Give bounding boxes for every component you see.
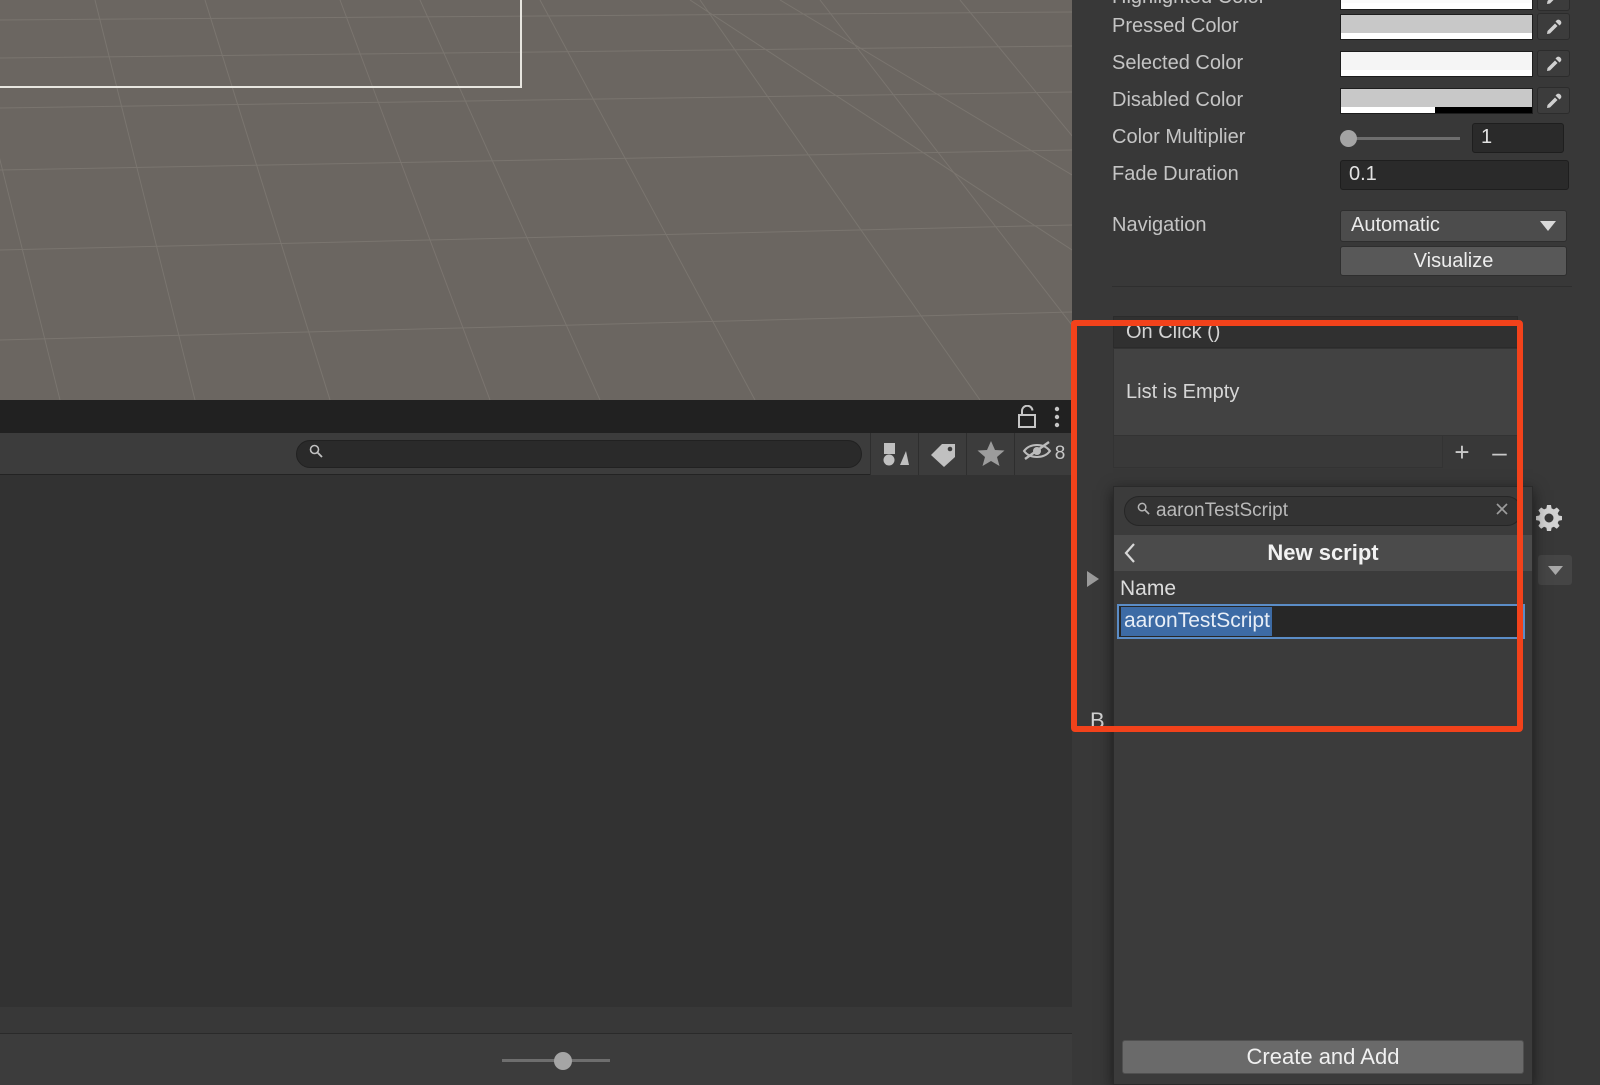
row-label: Selected Color	[1112, 52, 1244, 74]
unity-editor-window: 8 Highlighted Color	[0, 0, 1600, 1085]
search-icon	[1137, 502, 1150, 520]
eyedropper-icon[interactable]	[1537, 0, 1570, 11]
on-click-section: On Click () List is Empty + –	[1113, 316, 1518, 476]
popup-search-box[interactable]: aaronTestScript	[1124, 496, 1522, 526]
hierarchy-toolbar: 8	[0, 432, 1072, 475]
panel-tabbar	[0, 400, 1072, 433]
foldout-triangle-icon[interactable]	[1085, 570, 1101, 593]
color-multiplier-value[interactable]: 1	[1472, 122, 1564, 153]
new-script-popup: aaronTestScript New script Name aaronTes…	[1113, 486, 1533, 1085]
hidden-objects-toggle[interactable]: 8	[1014, 432, 1072, 475]
hierarchy-footer	[0, 1033, 1072, 1085]
hierarchy-content-area[interactable]	[0, 475, 1072, 1007]
favorite-star-icon[interactable]	[966, 432, 1014, 475]
chevron-down-icon	[1540, 214, 1556, 237]
project-item-partial-label: B	[1090, 708, 1105, 733]
row-label: Disabled Color	[1112, 89, 1244, 111]
hidden-objects-count: 8	[1054, 442, 1066, 464]
row-label: Color Multiplier	[1112, 126, 1246, 148]
slider-track	[1354, 136, 1460, 140]
kebab-menu-icon[interactable]	[1054, 406, 1060, 428]
popup-title: New script	[1267, 540, 1379, 565]
create-and-add-button[interactable]: Create and Add	[1122, 1040, 1524, 1074]
pressed-color-swatch[interactable]	[1340, 13, 1533, 40]
script-name-value: aaronTestScript	[1121, 607, 1272, 636]
eyedropper-icon[interactable]	[1537, 13, 1570, 40]
on-click-header: On Click ()	[1113, 316, 1518, 348]
fade-duration-value[interactable]: 0.1	[1340, 159, 1569, 190]
highlighted-color-swatch[interactable]	[1340, 0, 1533, 10]
back-chevron-icon[interactable]	[1124, 543, 1136, 563]
add-listener-button[interactable]: +	[1454, 437, 1469, 468]
inspector-row-navigation: Navigation Automatic	[1072, 207, 1600, 244]
tag-icon[interactable]	[918, 432, 966, 475]
slider-knob[interactable]	[1340, 129, 1357, 147]
row-label: Pressed Color	[1112, 15, 1239, 37]
inspector-row-fade-duration: Fade Duration 0.1	[1072, 156, 1600, 193]
hierarchy-search-input[interactable]	[330, 445, 849, 462]
popup-search-value: aaronTestScript	[1156, 500, 1289, 521]
clear-x-icon[interactable]	[1495, 502, 1509, 521]
hidden-objects-icon	[1022, 440, 1052, 467]
navigation-dropdown[interactable]: Automatic	[1340, 209, 1567, 242]
eyedropper-icon[interactable]	[1537, 50, 1570, 77]
inspector-row-highlighted-color: Highlighted Color	[1072, 0, 1600, 11]
script-name-label: Name	[1120, 577, 1177, 600]
color-multiplier-slider[interactable]	[1340, 127, 1460, 149]
hierarchy-search-box[interactable]	[296, 439, 862, 468]
inspector-row-visualize: Visualize	[1072, 244, 1600, 278]
on-click-footer-filler	[1113, 436, 1443, 468]
row-label: Highlighted Color	[1112, 0, 1340, 9]
eyedropper-icon[interactable]	[1537, 87, 1570, 114]
component-options-caret[interactable]	[1538, 555, 1572, 585]
inspector-row-pressed-color: Pressed Color	[1072, 8, 1600, 45]
row-label: Navigation	[1112, 214, 1207, 236]
popup-header: New script	[1114, 535, 1532, 571]
shapes-filter-icon[interactable]	[870, 432, 918, 475]
script-name-input[interactable]: aaronTestScript	[1117, 604, 1525, 639]
lock-icon[interactable]	[1016, 404, 1038, 429]
scene-viewport[interactable]	[0, 0, 1072, 400]
on-click-footer: + –	[1113, 436, 1518, 468]
inspector-divider	[1112, 286, 1572, 287]
zoom-slider-knob[interactable]	[554, 1051, 572, 1070]
inspector-row-color-multiplier: Color Multiplier 1	[1072, 119, 1600, 156]
remove-listener-button[interactable]: –	[1492, 437, 1506, 468]
disabled-color-swatch[interactable]	[1340, 87, 1533, 114]
zoom-slider[interactable]	[502, 1051, 610, 1070]
visualize-button[interactable]: Visualize	[1340, 246, 1567, 276]
on-click-empty-list: List is Empty	[1113, 348, 1518, 436]
row-label: Fade Duration	[1112, 163, 1239, 185]
canvas-bounds-outline	[0, 0, 522, 88]
popup-footer: Create and Add	[1114, 1040, 1532, 1084]
search-icon	[309, 444, 323, 463]
selected-color-swatch[interactable]	[1340, 50, 1533, 77]
hierarchy-panel: 8	[0, 400, 1072, 1085]
navigation-value: Automatic	[1351, 214, 1440, 236]
inspector-row-selected-color: Selected Color	[1072, 45, 1600, 82]
inspector-row-disabled-color: Disabled Color	[1072, 82, 1600, 119]
